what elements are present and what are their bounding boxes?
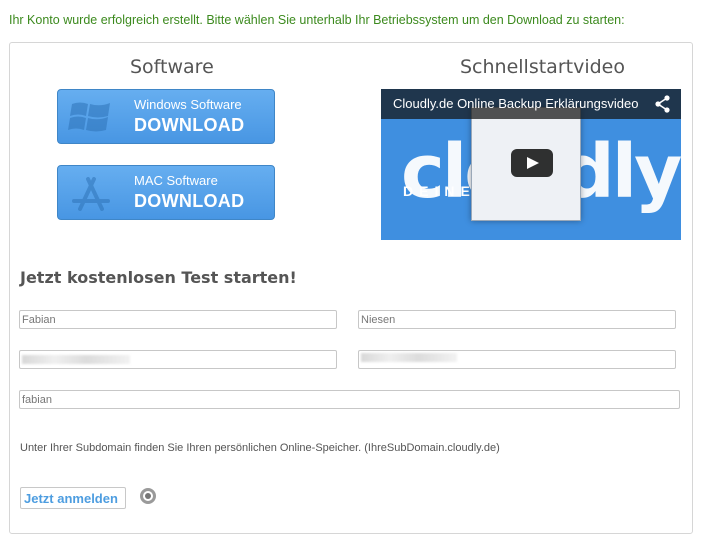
loading-spinner-icon — [140, 488, 156, 504]
last-name-field[interactable]: Niesen — [358, 310, 676, 329]
mac-download-button[interactable]: MAC Software DOWNLOAD — [57, 165, 275, 220]
play-button[interactable] — [511, 149, 553, 177]
app-store-icon — [72, 177, 110, 211]
software-heading: Software — [130, 56, 214, 78]
submit-button[interactable]: Jetzt anmelden — [20, 487, 126, 509]
subdomain-field[interactable]: fabian — [19, 390, 680, 409]
video-player[interactable]: cloudly DEINE ... ER Cloudly.de Online B… — [381, 89, 681, 240]
email-field[interactable] — [19, 350, 337, 369]
success-message: Ihr Konto wurde erfolgreich erstellt. Bi… — [9, 13, 625, 27]
video-title-bar: Cloudly.de Online Backup Erklärungsvideo — [381, 89, 681, 119]
windows-icon — [68, 102, 110, 132]
download-panel: Software Windows Software DOWNLOAD MAC S… — [9, 42, 693, 534]
windows-label: Windows Software — [134, 97, 242, 112]
first-name-field[interactable]: Fabian — [19, 310, 337, 329]
windows-download-button[interactable]: Windows Software DOWNLOAD — [57, 89, 275, 144]
redacted-email — [22, 355, 130, 364]
form-title: Jetzt kostenlosen Test starten! — [20, 268, 297, 287]
redacted-password — [361, 353, 457, 362]
share-icon[interactable] — [655, 95, 671, 113]
mac-download-label: DOWNLOAD — [134, 191, 245, 211]
password-field[interactable] — [358, 350, 676, 369]
mac-label: MAC Software — [134, 173, 218, 188]
video-title[interactable]: Cloudly.de Online Backup Erklärungsvideo — [393, 96, 645, 111]
video-heading: Schnellstartvideo — [460, 56, 625, 78]
windows-download-label: DOWNLOAD — [134, 115, 245, 135]
subdomain-hint: Unter Ihrer Subdomain finden Sie Ihren p… — [20, 442, 500, 454]
